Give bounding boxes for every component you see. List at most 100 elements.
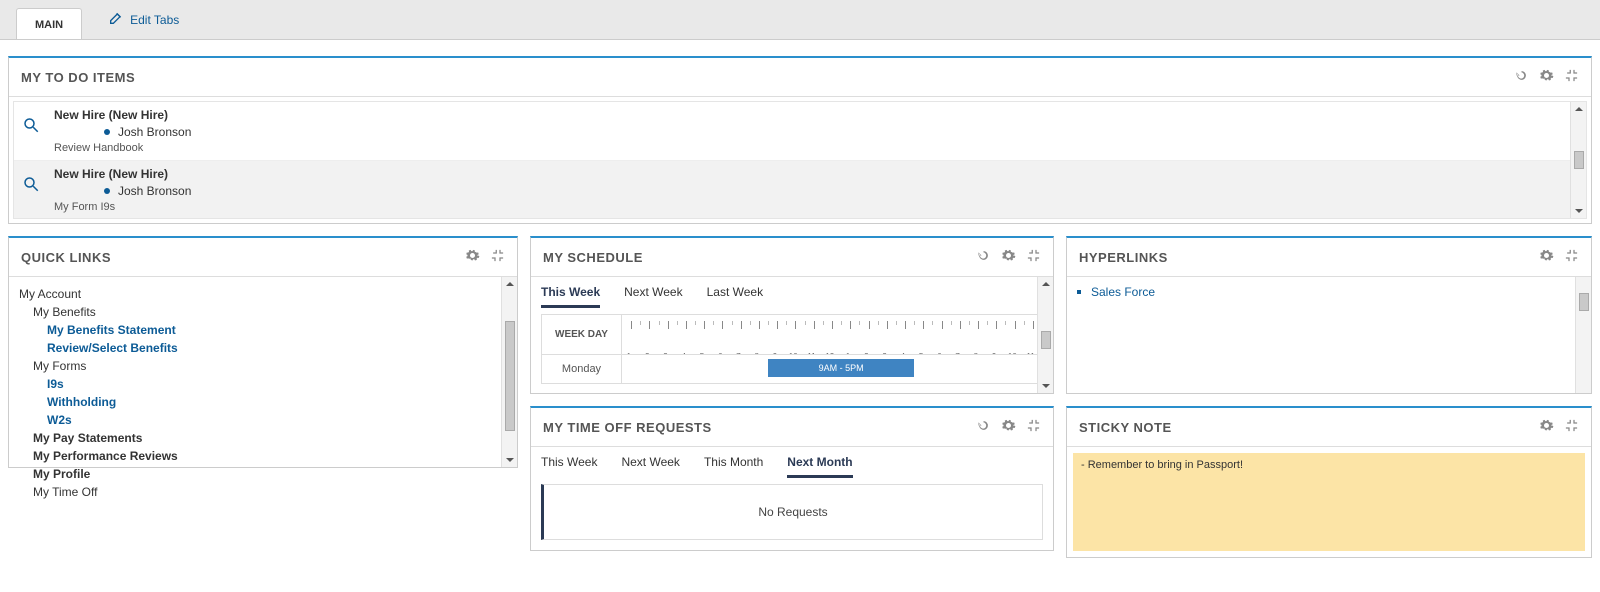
- ql-link-perf[interactable]: My Performance Reviews: [19, 447, 507, 465]
- collapse-icon[interactable]: [1564, 248, 1579, 266]
- timeoff-tab-this-month[interactable]: This Month: [704, 455, 763, 478]
- todo-row[interactable]: New Hire (New Hire) Josh Bronson My Form…: [14, 161, 1586, 219]
- todo-title: New Hire (New Hire): [54, 108, 1578, 122]
- collapse-icon[interactable]: [1026, 418, 1041, 436]
- scroll-thumb[interactable]: [1579, 293, 1589, 311]
- schedule-tab-this-week[interactable]: This Week: [541, 285, 600, 308]
- chevron-down-icon[interactable]: [1041, 381, 1051, 391]
- ql-group: My Account: [19, 285, 507, 303]
- widget-title-quicklinks: QUICK LINKS: [21, 250, 111, 265]
- schedule-tab-last-week[interactable]: Last Week: [707, 285, 763, 308]
- schedule-shift[interactable]: 9AM - 5PM: [768, 359, 914, 377]
- gear-icon[interactable]: [1539, 418, 1554, 436]
- widget-timeoff: MY TIME OFF REQUESTS This Week Next Week…: [530, 406, 1054, 551]
- refresh-icon[interactable]: [1514, 68, 1529, 86]
- gear-icon[interactable]: [1001, 248, 1016, 266]
- chevron-up-icon[interactable]: [1041, 279, 1051, 289]
- ql-link-benefits-statement[interactable]: My Benefits Statement: [19, 321, 507, 339]
- search-icon[interactable]: [22, 108, 40, 137]
- ql-link-withholding[interactable]: Withholding: [19, 393, 507, 411]
- ql-group: My Forms: [19, 357, 507, 375]
- chevron-down-icon[interactable]: [1574, 206, 1584, 216]
- bullet-icon: [104, 188, 110, 194]
- schedule-hour-label: 8p: [974, 352, 983, 354]
- schedule-hour-label: 7p: [955, 352, 964, 354]
- timeoff-empty: No Requests: [541, 484, 1043, 540]
- refresh-icon[interactable]: [976, 418, 991, 436]
- collapse-icon[interactable]: [490, 248, 505, 266]
- ql-link-pay[interactable]: My Pay Statements: [19, 429, 507, 447]
- widget-quicklinks: QUICK LINKS My Account My Benefits My Be…: [8, 236, 518, 468]
- schedule-hour-label: 6a: [718, 352, 727, 354]
- gear-icon[interactable]: [1001, 418, 1016, 436]
- schedule-header: WEEK DAY: [542, 315, 622, 354]
- schedule-ruler: 1a2a3a4a5a6a7a8a9a10a11a12p1p2p3p4p5p6p7…: [622, 315, 1042, 354]
- schedule-day-label: Monday: [542, 355, 622, 383]
- widget-title-hyperlinks: HYPERLINKS: [1079, 250, 1168, 265]
- ql-link-i9s[interactable]: I9s: [19, 375, 507, 393]
- schedule-hour-label: 10a: [789, 352, 802, 354]
- scrollbar[interactable]: [1570, 102, 1586, 218]
- schedule-hour-label: 8a: [755, 352, 764, 354]
- gear-icon[interactable]: [1539, 248, 1554, 266]
- schedule-hour-label: 9a: [773, 352, 782, 354]
- search-icon[interactable]: [22, 167, 40, 196]
- scroll-thumb[interactable]: [1041, 331, 1051, 349]
- edit-tabs-link[interactable]: Edit Tabs: [82, 10, 179, 39]
- scrollbar[interactable]: [501, 277, 517, 467]
- chevron-up-icon[interactable]: [1574, 104, 1584, 114]
- gear-icon[interactable]: [465, 248, 480, 266]
- widget-title-schedule: MY SCHEDULE: [543, 250, 643, 265]
- chevron-up-icon[interactable]: [505, 279, 515, 289]
- gear-icon[interactable]: [1539, 68, 1554, 86]
- widget-todo: MY TO DO ITEMS New Hire (New Hire): [8, 56, 1592, 224]
- schedule-hour-label: 2p: [864, 352, 873, 354]
- collapse-icon[interactable]: [1564, 418, 1579, 436]
- scrollbar[interactable]: [1575, 277, 1591, 393]
- hyperlink-item[interactable]: Sales Force: [1077, 285, 1581, 299]
- schedule-hour-label: 4a: [681, 352, 690, 354]
- edit-tabs-label: Edit Tabs: [130, 13, 179, 27]
- ql-link-w2s[interactable]: W2s: [19, 411, 507, 429]
- timeoff-tab-next-week[interactable]: Next Week: [621, 455, 679, 478]
- widget-hyperlinks: HYPERLINKS Sales Force: [1066, 236, 1592, 394]
- todo-row[interactable]: New Hire (New Hire) Josh Bronson Review …: [14, 102, 1586, 161]
- chevron-down-icon[interactable]: [505, 455, 515, 465]
- widget-schedule: MY SCHEDULE This Week Next Week Last Wee…: [530, 236, 1054, 394]
- widget-sticky: STICKY NOTE - Remember to bring in Passp…: [1066, 406, 1592, 558]
- refresh-icon[interactable]: [976, 248, 991, 266]
- schedule-hour-label: 1p: [846, 352, 855, 354]
- schedule-tab-next-week[interactable]: Next Week: [624, 285, 682, 308]
- todo-person: Josh Bronson: [118, 184, 191, 198]
- todo-title: New Hire (New Hire): [54, 167, 1578, 181]
- widget-title-todo: MY TO DO ITEMS: [21, 70, 135, 85]
- schedule-hour-label: 6p: [937, 352, 946, 354]
- schedule-hour-label: 1a: [627, 352, 636, 354]
- hyperlink-label: Sales Force: [1091, 285, 1155, 299]
- tab-main[interactable]: MAIN: [16, 8, 82, 39]
- schedule-hour-label: 7a: [736, 352, 745, 354]
- bullet-icon: [104, 129, 110, 135]
- timeoff-tab-next-month[interactable]: Next Month: [787, 455, 852, 478]
- collapse-icon[interactable]: [1026, 248, 1041, 266]
- scroll-thumb[interactable]: [505, 321, 515, 431]
- ql-link-profile[interactable]: My Profile: [19, 465, 507, 483]
- sticky-note[interactable]: - Remember to bring in Passport!: [1073, 453, 1585, 551]
- scrollbar[interactable]: [1037, 277, 1053, 393]
- schedule-hour-label: 4p: [901, 352, 910, 354]
- todo-desc: My Form I9s: [54, 201, 1578, 213]
- collapse-icon[interactable]: [1564, 68, 1579, 86]
- schedule-hour-label: 5a: [700, 352, 709, 354]
- schedule-hour-label: 10p: [1008, 352, 1021, 354]
- schedule-hour-label: 2a: [645, 352, 654, 354]
- ql-link-benefits-select[interactable]: Review/Select Benefits: [19, 339, 507, 357]
- schedule-hour-label: 9p: [992, 352, 1001, 354]
- widget-title-timeoff: MY TIME OFF REQUESTS: [543, 420, 712, 435]
- scroll-thumb[interactable]: [1574, 151, 1584, 169]
- schedule-hour-label: 12p: [825, 352, 838, 354]
- ql-group: My Benefits: [19, 303, 507, 321]
- schedule-lane: 9AM - 5PM: [622, 355, 1042, 383]
- edit-icon: [108, 10, 124, 29]
- schedule-hour-label: 3a: [663, 352, 672, 354]
- timeoff-tab-this-week[interactable]: This Week: [541, 455, 597, 478]
